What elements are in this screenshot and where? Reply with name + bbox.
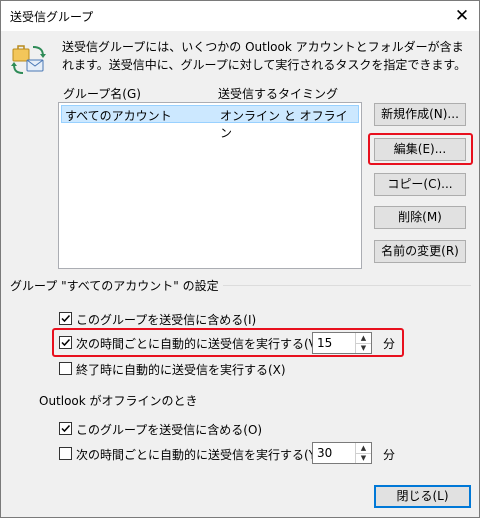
- delete-group-button[interactable]: 削除(M): [374, 206, 466, 229]
- rename-group-button[interactable]: 名前の変更(R): [374, 240, 466, 263]
- online-minutes-spinner[interactable]: 15 ▲ ▼: [312, 332, 372, 354]
- checkmark-icon: [61, 314, 71, 323]
- auto-send-offline-checkbox[interactable]: [59, 447, 72, 460]
- window-title: 送受信グループ: [10, 10, 94, 24]
- include-group-online-label[interactable]: このグループを送受信に含める(I): [76, 311, 256, 328]
- include-group-offline-label[interactable]: このグループを送受信に含める(O): [76, 421, 262, 438]
- description-text: 送受信グループには、いくつかの Outlook アカウントとフォルダーが含まれま…: [62, 40, 467, 72]
- group-list[interactable]: すべてのアカウント オンライン と オフライン: [58, 102, 362, 269]
- group-timing-cell: オンライン と オフライン: [220, 109, 348, 140]
- offline-minutes-unit: 分: [383, 448, 396, 462]
- offline-section-title: Outlook がオフラインのとき: [39, 394, 198, 408]
- title-bar: 送受信グループ ✕: [1, 1, 479, 31]
- spin-down-icon[interactable]: ▼: [356, 343, 371, 353]
- column-header-group-name[interactable]: グループ名(G): [63, 85, 141, 102]
- send-on-exit-checkbox[interactable]: [59, 362, 72, 375]
- checkmark-icon: [61, 338, 71, 347]
- column-header-timing[interactable]: 送受信するタイミング: [218, 85, 338, 102]
- offline-minutes-value[interactable]: 30: [317, 446, 332, 460]
- send-receive-groups-dialog: 送受信グループ ✕ 送受信グループには、いくつかの Outlook アカウントと…: [0, 0, 480, 518]
- auto-send-online-label[interactable]: 次の時間ごとに自動的に送受信を実行する(V): [76, 335, 322, 352]
- list-item[interactable]: すべてのアカウント オンライン と オフライン: [61, 105, 359, 140]
- online-minutes-value[interactable]: 15: [317, 336, 332, 350]
- offline-minutes-spinner[interactable]: 30 ▲ ▼: [312, 442, 372, 464]
- close-button[interactable]: 閉じる(L): [374, 485, 471, 508]
- close-icon[interactable]: ✕: [445, 1, 479, 31]
- send-receive-icon: [11, 45, 46, 74]
- edit-group-button[interactable]: 編集(E)...: [374, 138, 466, 161]
- copy-group-button[interactable]: コピー(C)...: [374, 173, 466, 196]
- include-group-online-checkbox[interactable]: [59, 312, 72, 325]
- spin-down-icon[interactable]: ▼: [356, 453, 371, 463]
- checkmark-icon: [61, 424, 71, 433]
- group-name-cell: すべてのアカウント: [65, 109, 172, 123]
- auto-send-online-checkbox[interactable]: [59, 336, 72, 349]
- include-group-offline-checkbox[interactable]: [59, 422, 72, 435]
- online-minutes-unit: 分: [383, 337, 396, 351]
- send-on-exit-label[interactable]: 終了時に自動的に送受信を実行する(X): [76, 361, 286, 378]
- new-group-button[interactable]: 新規作成(N)...: [374, 103, 466, 126]
- group-settings-title: グループ "すべてのアカウント" の設定: [10, 277, 223, 294]
- auto-send-offline-label[interactable]: 次の時間ごとに自動的に送受信を実行する(Y): [76, 446, 321, 463]
